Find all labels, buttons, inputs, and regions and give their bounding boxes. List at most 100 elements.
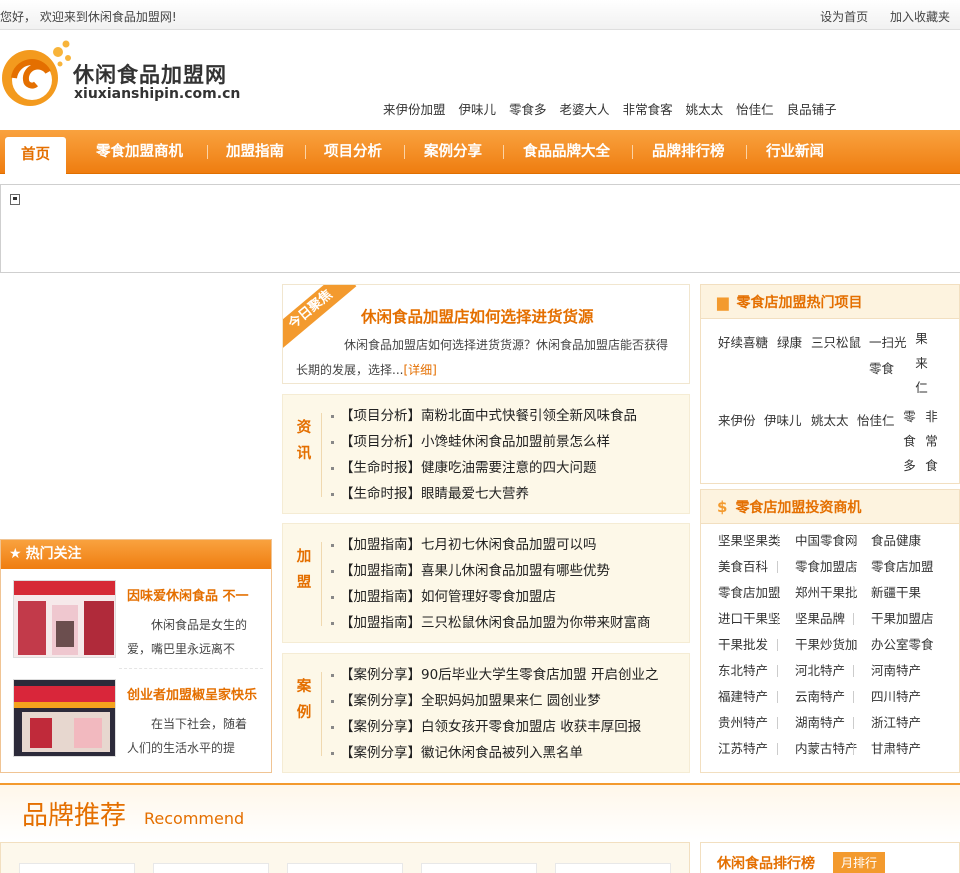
investment-link[interactable]: 干果加盟店: [853, 612, 934, 625]
project-link[interactable]: 非常食: [923, 410, 938, 484]
investment-link[interactable]: 河北特产: [777, 664, 853, 677]
brand-card[interactable]: [19, 863, 135, 873]
nav-industry-news[interactable]: 行业新闻: [766, 130, 824, 174]
project-link[interactable]: 一扫光: [869, 332, 907, 351]
hot-item-desc: 在当下社会，随着人们的生活水平的提高...: [127, 717, 248, 755]
nav-ranking[interactable]: 品牌排行榜: [652, 130, 725, 174]
investment-link[interactable]: 办公室零食: [853, 638, 934, 651]
project-link[interactable]: 果来仁: [913, 332, 928, 406]
news-item[interactable]: 【生命时报】健康吃油需要注意的四大问题: [331, 455, 637, 481]
project-link[interactable]: 来伊份: [718, 410, 756, 429]
investment-link[interactable]: 东北特产: [701, 658, 777, 684]
hot-item[interactable]: 因味爱休闲食品 不一 休闲食品是女生的爱，嘴巴里永远离不: [11, 580, 263, 660]
investment-link[interactable]: 中国零食网: [777, 534, 858, 547]
investment-link[interactable]: 江苏特产: [701, 736, 777, 762]
investment-link[interactable]: 云南特产: [777, 690, 853, 703]
project-link[interactable]: 三只松鼠: [811, 332, 861, 351]
hot-brand-link[interactable]: 非常食客: [623, 102, 673, 117]
investment-link[interactable]: 零食店加盟: [701, 580, 781, 606]
brand-recommend-grid: [0, 842, 690, 873]
hot-brand-link[interactable]: 良品铺子: [787, 102, 837, 117]
brand-card[interactable]: [287, 863, 403, 873]
project-link[interactable]: 怡佳仁: [857, 410, 895, 429]
investment-link[interactable]: 干果炒货加: [777, 638, 858, 651]
set-home-link[interactable]: 设为首页: [820, 10, 868, 24]
logo-swirl-icon: [2, 40, 71, 106]
ranking-title: 休闲食品排行榜: [717, 856, 815, 872]
project-link[interactable]: 姚太太: [811, 410, 849, 429]
news-item[interactable]: 【加盟指南】七月初七休闲食品加盟可以吗: [331, 532, 651, 558]
nav-home[interactable]: 首页: [5, 137, 66, 174]
hot-item[interactable]: 创业者加盟椒呈家快乐 在当下社会，随着人们的生活水平的提高...: [11, 679, 263, 759]
site-name: 休闲食品加盟网: [73, 63, 227, 87]
hot-item-title[interactable]: 因味爱休闲食品 不一: [127, 585, 257, 604]
project-link[interactable]: 绿康: [777, 332, 802, 351]
nav-brand-list[interactable]: 食品品牌大全: [523, 130, 610, 174]
investment-link[interactable]: 美食百科: [701, 554, 777, 580]
hot-item-title[interactable]: 创业者加盟椒呈家快乐: [127, 684, 257, 703]
news-item[interactable]: 【加盟指南】三只松鼠休闲食品加盟为你带来财富商: [331, 610, 651, 636]
investment-link[interactable]: 内蒙古特产: [777, 742, 858, 755]
hot-brand-link[interactable]: 姚太太: [686, 102, 724, 117]
investment-link[interactable]: 郑州干果批: [777, 586, 858, 599]
brand-card[interactable]: [555, 863, 671, 873]
investment-row: 进口干果坚 坚果品牌 干果加盟店: [701, 606, 959, 632]
focus-title[interactable]: 休闲食品加盟店如何选择进货货源: [361, 305, 594, 327]
nav-project-analysis[interactable]: 项目分析: [324, 130, 382, 174]
investment-link[interactable]: 四川特产: [853, 690, 929, 703]
nav-separator: [632, 145, 633, 159]
investment-link[interactable]: 零食店加盟: [853, 560, 934, 573]
brand-card[interactable]: [421, 863, 537, 873]
project-link[interactable]: 好续喜糖: [718, 332, 768, 351]
nav-case-share[interactable]: 案例分享: [424, 130, 482, 174]
hot-brand-link[interactable]: 来伊份加盟: [383, 102, 446, 117]
investment-link[interactable]: 进口干果坚: [701, 606, 781, 632]
focus-more-link[interactable]: [详细]: [403, 363, 436, 377]
store-photo[interactable]: [13, 580, 116, 658]
investment-link[interactable]: 新疆干果: [853, 586, 929, 599]
news-item[interactable]: 【项目分析】小馋蛙休闲食品加盟前景怎么样: [331, 429, 637, 455]
investment-link[interactable]: 食品健康: [853, 534, 929, 547]
store-photo[interactable]: [13, 679, 116, 757]
brand-card[interactable]: [153, 863, 269, 873]
investment-row: 贵州特产 湖南特产 浙江特产: [701, 710, 959, 736]
project-link[interactable]: 伊味儿: [764, 410, 802, 429]
focus-desc: 休闲食品加盟店如何选择进货货源？休闲食品加盟店能否获得长期的发展，选择...[详…: [296, 338, 669, 377]
project-link[interactable]: 零食: [869, 358, 894, 377]
top-bar: 您好， 欢迎来到休闲食品加盟网! 设为首页 加入收藏夹: [0, 0, 960, 30]
news-list: 【加盟指南】七月初七休闲食品加盟可以吗 【加盟指南】喜果儿休闲食品加盟有哪些优势…: [331, 532, 651, 636]
hot-brand-link[interactable]: 伊味儿: [459, 102, 497, 117]
news-list: 【案例分享】90后毕业大学生零食店加盟 开启创业之 【案例分享】全职妈妈加盟果来…: [331, 662, 658, 766]
nav-guide[interactable]: 加盟指南: [226, 130, 284, 174]
add-favorite-link[interactable]: 加入收藏夹: [890, 10, 950, 24]
news-item[interactable]: 【案例分享】90后毕业大学生零食店加盟 开启创业之: [331, 662, 658, 688]
news-item[interactable]: 【生命时报】眼睛最爱七大营养: [331, 481, 637, 507]
hot-brand-link[interactable]: 怡佳仁: [736, 102, 774, 117]
investment-link[interactable]: 零食加盟店: [777, 560, 858, 573]
site-logo[interactable]: 休闲食品加盟网 xiuxianshipin.com.cn: [0, 38, 240, 110]
investment-link[interactable]: 贵州特产: [701, 710, 777, 736]
project-link[interactable]: 零食多: [901, 410, 916, 484]
hot-brand-link[interactable]: 老婆大人: [560, 102, 610, 117]
monthly-ranking-tab[interactable]: 月排行: [833, 852, 885, 873]
news-item[interactable]: 【加盟指南】喜果儿休闲食品加盟有哪些优势: [331, 558, 651, 584]
hot-brand-link[interactable]: 零食多: [509, 102, 547, 117]
news-item[interactable]: 【案例分享】徽记休闲食品被列入黑名单: [331, 740, 658, 766]
news-item[interactable]: 【项目分析】南粉北面中式快餐引领全新风味食品: [331, 403, 637, 429]
investment-link[interactable]: 河南特产: [853, 664, 929, 677]
investment-link[interactable]: 干果批发: [701, 632, 777, 658]
news-item[interactable]: 【案例分享】全职妈妈加盟果来仁 圆创业梦: [331, 688, 658, 714]
investment-link[interactable]: 甘肃特产: [853, 742, 929, 755]
news-item[interactable]: 【加盟指南】如何管理好零食加盟店: [331, 584, 651, 610]
nav-separator: [305, 145, 306, 159]
nav-snack-business[interactable]: 零食加盟商机: [96, 130, 183, 174]
investment-link[interactable]: 福建特产: [701, 684, 777, 710]
investment-link[interactable]: 湖南特产: [777, 716, 853, 729]
nav-separator: [503, 145, 504, 159]
brand-recommend-header: 品牌推荐 Recommend: [0, 783, 960, 841]
investment-link[interactable]: 浙江特产: [853, 716, 929, 729]
investment-link[interactable]: 坚果坚果类: [701, 528, 781, 554]
news-item[interactable]: 【案例分享】白领女孩开零食加盟店 收获丰厚回报: [331, 714, 658, 740]
hot-projects-panel: ▆ 零食店加盟热门项目 好续喜糖 绿康 三只松鼠 一扫光 零食 果来仁 来伊份 伊…: [700, 284, 960, 484]
investment-link[interactable]: 坚果品牌: [777, 612, 853, 625]
